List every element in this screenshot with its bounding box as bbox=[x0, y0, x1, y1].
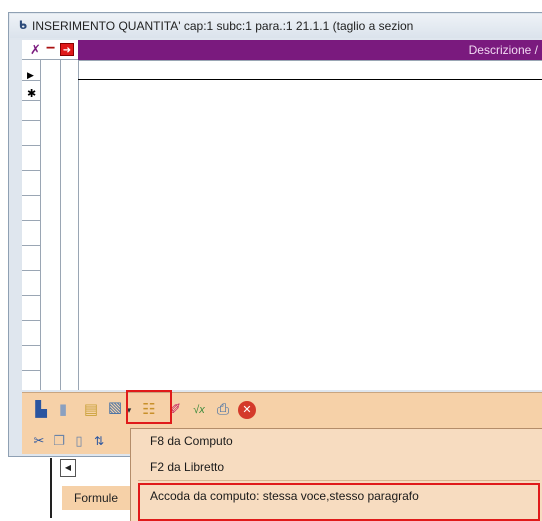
row-divider bbox=[22, 320, 40, 321]
new-row-asterisk-icon: ✱ bbox=[27, 88, 37, 100]
row-divider bbox=[22, 145, 40, 146]
grid-current-row[interactable] bbox=[78, 60, 542, 80]
copy-icon[interactable]: ❐ bbox=[50, 432, 68, 450]
paste-icon[interactable]: ▧ bbox=[106, 399, 124, 417]
print-icon[interactable]: ⎙ bbox=[214, 401, 232, 419]
delete-row-icon[interactable]: ✗ bbox=[30, 41, 44, 58]
database-icon[interactable]: ▮ bbox=[54, 401, 72, 419]
row-divider bbox=[22, 295, 40, 296]
sort-icon[interactable]: ⇅ bbox=[90, 432, 108, 450]
row-divider bbox=[22, 245, 40, 246]
cut-icon[interactable]: ✂ bbox=[30, 432, 48, 450]
menu-item-f2-da-libretto[interactable]: F2 da Libretto bbox=[150, 460, 224, 474]
window-title: INSERIMENTO QUANTITA' cap:1 subc:1 para.… bbox=[32, 19, 414, 33]
column-divider bbox=[60, 60, 61, 390]
close-icon[interactable]: ✕ bbox=[238, 401, 256, 419]
row-divider bbox=[22, 270, 40, 271]
export-icon[interactable]: ▤ bbox=[82, 401, 100, 419]
scroll-left-button[interactable]: ◀ bbox=[60, 459, 76, 477]
row-divider bbox=[22, 220, 40, 221]
window-app-icon: ᑲ bbox=[18, 20, 28, 32]
toolbar-main: ▙ ▮ ▤ ▧ ▾ ☷ ✐ √x ⎙ ✕ bbox=[22, 392, 542, 429]
row-selector-column[interactable] bbox=[22, 60, 41, 390]
menu-separator bbox=[138, 480, 540, 481]
row-divider bbox=[22, 195, 40, 196]
paste-button-highlight bbox=[126, 390, 172, 424]
menu-item-f8-da-computo[interactable]: F8 da Computo bbox=[150, 434, 233, 448]
column-header-descrizione[interactable]: Descrizione / bbox=[469, 40, 538, 60]
paste-small-icon[interactable]: ▯ bbox=[70, 432, 88, 450]
row-divider bbox=[22, 120, 40, 121]
minus-icon[interactable]: − bbox=[46, 41, 58, 58]
menu-item-highlight bbox=[138, 483, 540, 521]
panel-border bbox=[50, 458, 52, 518]
save-icon[interactable]: ▙ bbox=[32, 401, 50, 419]
row-divider bbox=[22, 100, 40, 101]
row-divider bbox=[22, 80, 40, 81]
row-divider bbox=[22, 370, 40, 371]
current-row-pointer-icon: ▶ bbox=[27, 70, 34, 80]
row-divider bbox=[22, 170, 40, 171]
tab-formule[interactable]: Formule bbox=[62, 486, 130, 510]
insert-arrow-icon[interactable]: ➜ bbox=[60, 43, 74, 56]
column-divider bbox=[78, 60, 79, 390]
row-divider bbox=[22, 345, 40, 346]
quantity-grid[interactable] bbox=[22, 40, 542, 390]
formula-icon[interactable]: √x bbox=[188, 401, 210, 419]
